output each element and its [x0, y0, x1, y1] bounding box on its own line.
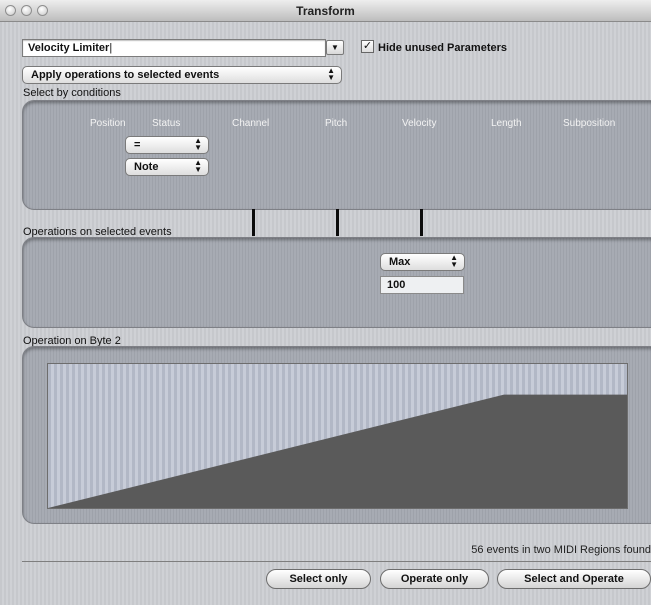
- column-header-subposition: Subposition: [563, 118, 616, 129]
- byte2-curve-svg: [48, 394, 627, 508]
- column-header-status: Status: [152, 118, 181, 129]
- velocity-operation-popup[interactable]: Max ▲ ▼: [380, 253, 465, 271]
- connector-velocity: [420, 209, 423, 236]
- column-header-velocity: Velocity: [402, 118, 437, 129]
- status-condition-value: =: [134, 139, 141, 151]
- status-value-popup[interactable]: Note ▲ ▼: [125, 158, 209, 176]
- triangle-down-icon: ▼: [331, 43, 339, 52]
- window-title: Transform: [296, 4, 355, 18]
- connector-channel: [252, 209, 255, 236]
- byte2-curve: [48, 394, 627, 508]
- hide-unused-checkbox[interactable]: ✓: [361, 40, 374, 53]
- mode-popup-value: Apply operations to selected events: [31, 69, 220, 81]
- connector-pitch: [336, 209, 339, 236]
- velocity-value-text: 100: [387, 279, 406, 291]
- status-condition-popup[interactable]: = ▲ ▼: [125, 136, 209, 154]
- column-header-position: Position: [90, 118, 126, 129]
- popup-arrows-icon: ▲ ▼: [327, 66, 335, 82]
- bottom-divider: [22, 561, 651, 562]
- column-header-length: Length: [491, 118, 522, 129]
- transform-window: Transform Velocity Limiter| ▼ ✓ Hide unu…: [0, 0, 651, 605]
- preset-name-text: Velocity Limiter: [28, 42, 110, 54]
- column-header-channel: Channel: [232, 118, 270, 129]
- velocity-value-field[interactable]: 100: [380, 276, 464, 294]
- select-conditions-panel: [22, 100, 651, 210]
- status-value-text: Note: [134, 161, 159, 173]
- checkmark-icon: ✓: [362, 40, 373, 52]
- byte2-graph[interactable]: [47, 363, 628, 509]
- preset-dropdown-button[interactable]: ▼: [326, 40, 344, 55]
- operations-panel: [22, 237, 651, 328]
- operate-only-button[interactable]: Operate only: [380, 569, 489, 589]
- preset-name-field[interactable]: Velocity Limiter|: [22, 39, 326, 57]
- select-only-button[interactable]: Select only: [266, 569, 371, 589]
- column-header-pitch: Pitch: [325, 118, 348, 129]
- hide-unused-label: Hide unused Parameters: [378, 42, 507, 54]
- mode-popup[interactable]: Apply operations to selected events ▲ ▼: [22, 66, 342, 84]
- select-by-conditions-label: Select by conditions: [23, 87, 121, 99]
- popup-arrows-icon: ▲ ▼: [194, 136, 202, 152]
- popup-arrows-icon: ▲ ▼: [450, 253, 458, 269]
- velocity-operation-value: Max: [389, 256, 411, 268]
- title-bar: Transform: [0, 0, 651, 22]
- select-and-operate-button[interactable]: Select and Operate: [497, 569, 651, 589]
- popup-arrows-icon: ▲ ▼: [194, 158, 202, 174]
- events-found-status: 56 events in two MIDI Regions found: [471, 544, 651, 556]
